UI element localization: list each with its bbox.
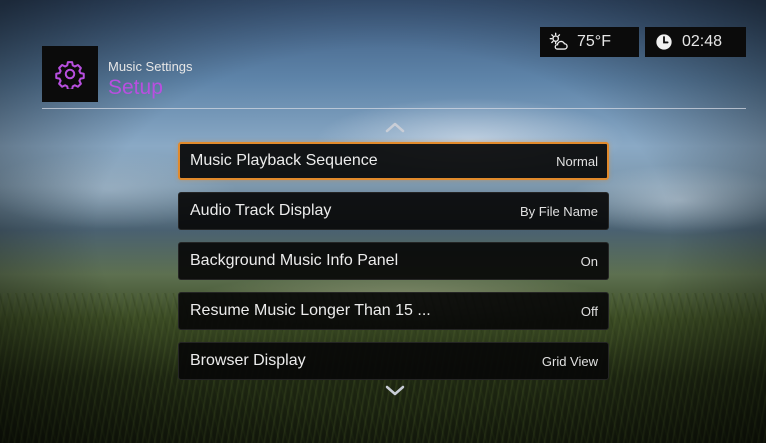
menu-item-label: Music Playback Sequence [190,152,378,169]
scroll-down-icon[interactable] [383,384,407,398]
partly-cloudy-icon [549,32,568,50]
time-text: 02:48 [682,33,723,50]
menu-item-audio-track-display[interactable]: Audio Track Display By File Name [178,192,609,230]
menu-item-value: Off [580,303,598,319]
menu-item-value: Grid View [541,353,598,369]
header-divider [42,108,746,109]
menu-item-label: Browser Display [190,352,306,369]
menu-item-label: Background Music Info Panel [190,252,399,269]
scroll-up-icon[interactable] [383,120,407,134]
settings-icon-tile [42,46,98,102]
clock-icon [656,34,672,50]
menu-item-value: On [580,253,598,269]
menu-item-music-playback-sequence[interactable]: Music Playback Sequence Normal [178,142,609,180]
temperature-text: 75°F [577,33,611,50]
gear-icon [55,61,85,89]
menu-item-browser-display[interactable]: Browser Display Grid View [178,342,609,380]
menu-item-background-music-info-panel[interactable]: Background Music Info Panel On [178,242,609,280]
page-title: Setup [108,76,163,99]
weather-widget: 75°F [540,27,639,57]
menu-item-label: Resume Music Longer Than 15 ... [190,302,431,319]
menu-item-value: By File Name [519,203,598,219]
menu-item-value: Normal [556,153,598,169]
page-subtitle: Music Settings [108,59,193,74]
menu-item-label: Audio Track Display [190,202,332,219]
menu-item-resume-music[interactable]: Resume Music Longer Than 15 ... Off [178,292,609,330]
clock-widget: 02:48 [645,27,746,57]
